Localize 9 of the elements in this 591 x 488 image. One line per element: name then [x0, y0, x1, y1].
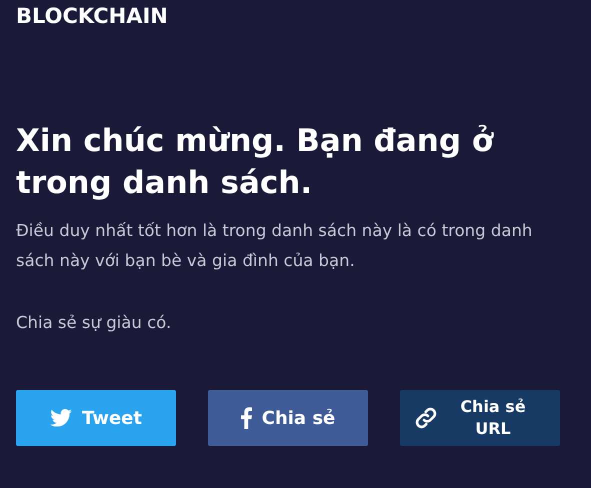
bird-icon — [50, 409, 72, 427]
description: Điều duy nhất tốt hơn là trong danh sách này là có trong danh sách này với bạn bè và gia đình của bạn. — [16, 220, 534, 272]
facebook-share-button[interactable]: Chia sẻ — [208, 390, 368, 446]
heading: Xin chúc mừng. Bạn đang ở trong danh sách. — [16, 122, 495, 203]
logo: BLOCKCHAIN — [16, 4, 168, 28]
link-icon — [414, 406, 438, 430]
share-prompt: Chia sẻ sự giàu có. — [16, 312, 172, 334]
share-url-button[interactable]: Chia sẻ URL — [400, 390, 560, 446]
facebook-icon — [240, 407, 252, 429]
